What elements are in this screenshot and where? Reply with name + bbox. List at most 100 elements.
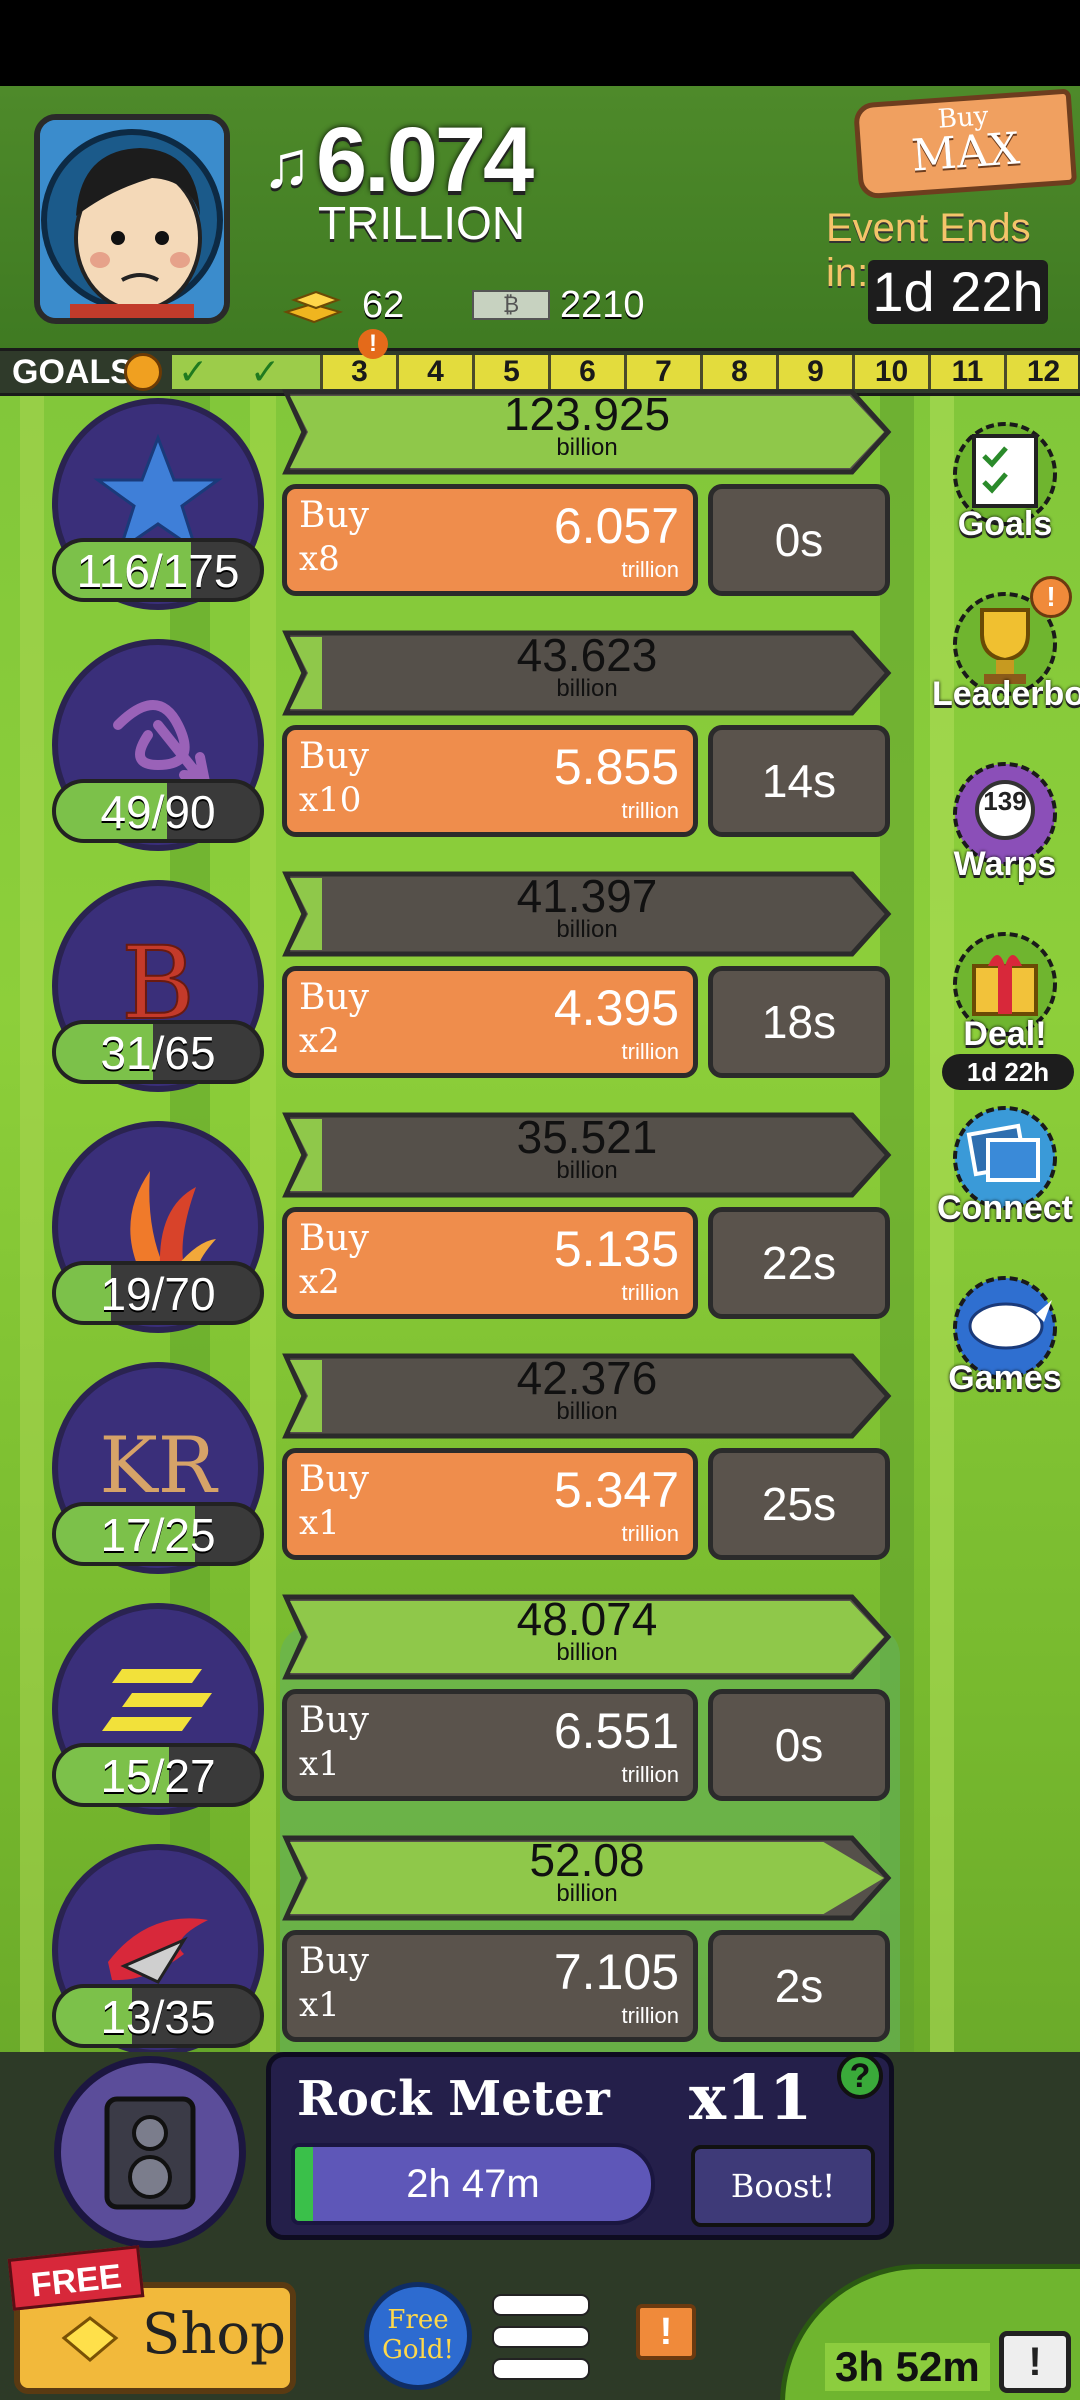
side-button-label: Deal! xyxy=(963,1015,1047,1053)
side-button-warps[interactable]: Warps 139 xyxy=(940,756,1070,886)
astronaut-portrait-icon xyxy=(40,120,224,318)
buy-price-unit: trillion xyxy=(621,557,679,582)
rock-meter-multiplier: x11 xyxy=(689,2061,813,2134)
goals-gift-icon xyxy=(124,353,162,391)
business-revenue-bar[interactable]: 41.397 billion xyxy=(282,870,892,958)
side-button-alert-badge: ! xyxy=(1030,576,1072,618)
goal-cell: 9 xyxy=(776,355,852,389)
revenue-value: 42.376 xyxy=(516,1352,658,1404)
speaker-icon xyxy=(104,2096,196,2210)
shop-label: Shop xyxy=(142,2302,286,2367)
revenue-unit: billion xyxy=(556,1880,618,1907)
buy-business-button[interactable]: Buy x2 4.395 trillion xyxy=(282,966,698,1078)
business-timer: 25s xyxy=(708,1448,890,1560)
buy-business-button[interactable]: Buy x2 5.135 trillion xyxy=(282,1207,698,1319)
business-owned-count: 15/27 xyxy=(52,1743,264,1807)
business-timer: 2s xyxy=(708,1930,890,2042)
cash-count: 2210 xyxy=(560,284,645,326)
business-revenue-bar[interactable]: 48.074 billion xyxy=(282,1593,892,1681)
gold-gem-icon xyxy=(60,2314,120,2364)
business-revenue-bar[interactable]: 52.08 billion xyxy=(282,1834,892,1922)
business-revenue-bar[interactable]: 123.925 billion xyxy=(282,388,892,476)
owned-count-label: 15/27 xyxy=(100,1750,216,1802)
megabucks-icon: ₿ xyxy=(472,290,550,320)
business-owned-count: 19/70 xyxy=(52,1261,264,1325)
revenue-unit: billion xyxy=(556,916,618,943)
rock-meter-help-button[interactable]: ? xyxy=(837,2053,883,2099)
free-gold-button[interactable]: Free Gold! xyxy=(364,2282,472,2390)
side-button-deal[interactable]: Deal! 1d 22h xyxy=(940,926,1074,1090)
buy-business-button[interactable]: Buy x1 6.551 trillion xyxy=(282,1689,698,1801)
buy-label: Buy xyxy=(299,977,369,1018)
revenue-value: 43.623 xyxy=(516,629,658,681)
speaker-button[interactable] xyxy=(54,2056,246,2248)
business-owned-count: 13/35 xyxy=(52,1984,264,2048)
buy-price: 6.551 xyxy=(553,1703,679,1759)
buy-price: 4.395 xyxy=(553,980,679,1036)
side-button-connect[interactable]: Connect xyxy=(937,1100,1073,1230)
gold-bars-icon xyxy=(282,282,344,324)
business-revenue-bar[interactable]: 35.521 billion xyxy=(282,1111,892,1199)
revenue-unit: billion xyxy=(556,434,618,461)
buy-multiplier: x1 xyxy=(299,1744,340,1784)
business-revenue-bar[interactable]: 42.376 billion xyxy=(282,1352,892,1440)
warps-count-badge: 139 xyxy=(983,786,1027,816)
buy-business-button[interactable]: Buy x8 6.057 trillion xyxy=(282,484,698,596)
buy-label: Buy xyxy=(299,495,369,536)
revenue-unit: billion xyxy=(556,675,618,702)
tv-timer: 3h 52m xyxy=(825,2343,990,2391)
buy-label: Buy xyxy=(299,1218,369,1259)
player-avatar[interactable] xyxy=(34,114,230,324)
goal-cell: 6 xyxy=(548,355,624,389)
goal-cell: 11 xyxy=(928,355,1004,389)
revenue-value: 123.925 xyxy=(503,388,671,440)
goal-check-icon: ✓ xyxy=(250,351,281,392)
buy-price-unit: trillion xyxy=(621,1039,679,1064)
revenue-value: 48.074 xyxy=(516,1593,658,1645)
side-button-leaderboard[interactable]: Leaderboard! xyxy=(932,576,1080,716)
boost-button[interactable]: Boost! xyxy=(691,2145,875,2227)
business-timer: 0s xyxy=(708,484,890,596)
side-button-label: Leaderboard xyxy=(932,675,1080,713)
buy-business-button[interactable]: Buy x1 5.347 trillion xyxy=(282,1448,698,1560)
buy-multiplier: x10 xyxy=(299,780,362,820)
menu-icon-bar xyxy=(492,2326,590,2348)
owned-count-label: 116/175 xyxy=(76,545,240,597)
business-timer: 18s xyxy=(708,966,890,1078)
menu-icon xyxy=(492,2294,590,2316)
rock-meter-bar: 2h 47m xyxy=(291,2143,655,2225)
revenue-unit: billion xyxy=(556,1639,618,1666)
revenue-unit: billion xyxy=(556,1398,618,1425)
buy-price-unit: trillion xyxy=(621,2003,679,2028)
svg-text:KR: KR xyxy=(100,1421,219,1511)
menu-button[interactable] xyxy=(492,2286,590,2386)
revenue-unit: billion xyxy=(556,1157,618,1184)
buy-business-button[interactable]: Buy x1 7.105 trillion xyxy=(282,1930,698,2042)
side-button-goals[interactable]: Goals xyxy=(940,416,1070,546)
rock-meter-title: Rock Meter xyxy=(297,2071,610,2127)
buy-price-unit: trillion xyxy=(621,1762,679,1787)
rock-meter-panel: Rock Meter x11 ? 2h 47m Boost! xyxy=(266,2052,894,2240)
owned-count-label: 17/25 xyxy=(100,1509,216,1561)
buy-price: 7.105 xyxy=(553,1944,679,2000)
music-note-icon: ♫ xyxy=(262,127,312,201)
business-revenue-bar[interactable]: 43.623 billion xyxy=(282,629,892,717)
game-area: ♫ 6.074 TRILLION 62 ₿ 2210 Buy MAX Event… xyxy=(0,86,1080,2400)
buy-price-unit: trillion xyxy=(621,1521,679,1546)
business-timer: 14s xyxy=(708,725,890,837)
goal-cell: 8 xyxy=(700,355,776,389)
side-button-label: Connect xyxy=(937,1189,1073,1227)
buy-multiplier: x8 xyxy=(299,539,340,579)
event-ends-timer: 1d 22h xyxy=(868,260,1048,324)
buy-price: 5.135 xyxy=(553,1221,679,1277)
notification-button[interactable]: ! xyxy=(636,2304,696,2360)
buy-price: 5.347 xyxy=(553,1462,679,1518)
menu-icon-bar xyxy=(492,2358,590,2380)
gold-count: 62 xyxy=(362,284,405,326)
buy-label: Buy xyxy=(299,1459,369,1500)
buy-max-button[interactable]: Buy MAX xyxy=(852,88,1078,200)
header: ♫ 6.074 TRILLION 62 ₿ 2210 Buy MAX Event… xyxy=(0,86,1080,352)
goal-check-icon: ✓ xyxy=(178,351,209,392)
buy-business-button[interactable]: Buy x10 5.855 trillion xyxy=(282,725,698,837)
side-button-games[interactable]: Games xyxy=(940,1270,1070,1400)
